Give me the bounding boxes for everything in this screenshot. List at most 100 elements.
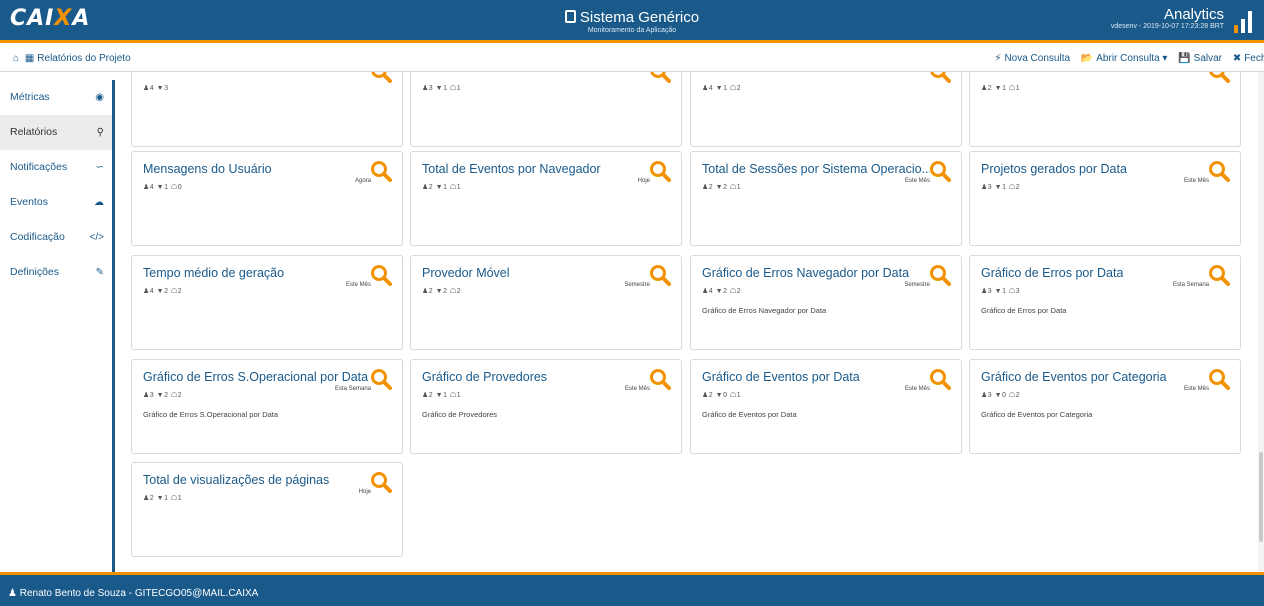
open-query-button[interactable]: 📂 Abrir Consulta ▾ xyxy=(1081,53,1168,64)
report-period: Este Mês xyxy=(904,386,930,392)
code-icon: </> xyxy=(89,232,104,243)
search-icon[interactable] xyxy=(649,368,671,390)
report-title[interactable]: Total de visualizações de páginas xyxy=(143,473,329,487)
report-card[interactable]: ♟4 ▼1 ☖2 xyxy=(690,72,962,147)
report-stats: ♟2 ▼1 ☖1 xyxy=(422,392,462,399)
sidebar-item-notificacoes[interactable]: Notificações ∽ xyxy=(0,150,112,185)
sidebar-item-eventos[interactable]: Eventos ☁ xyxy=(0,185,112,220)
new-query-button[interactable]: ⚡ Nova Consulta xyxy=(994,53,1070,64)
user-icon: ♟ xyxy=(981,288,988,295)
report-title[interactable]: Gráfico de Erros por Data xyxy=(981,266,1123,280)
search-icon[interactable] xyxy=(370,368,392,390)
search-icon[interactable] xyxy=(370,72,392,83)
report-period: Agora xyxy=(354,178,371,184)
report-card[interactable]: Tempo médio de geração ♟4 ▼2 ☖2 Este Mês xyxy=(131,255,403,350)
filter-icon: ▼ xyxy=(994,85,1003,92)
sidebar-item-label: Métricas xyxy=(10,91,50,103)
report-period: Este Mês xyxy=(1183,386,1209,392)
search-icon[interactable] xyxy=(649,264,671,286)
report-card[interactable]: Mensagens do Usuário ♟4 ▼1 ☖0 Agora xyxy=(131,151,403,246)
close-icon: ✖ xyxy=(1232,53,1242,64)
report-title[interactable]: Total de Sessões por Sistema Operacio... xyxy=(702,162,930,176)
sidebar-item-codificacao[interactable]: Codificação </> xyxy=(0,220,112,255)
environment-info: vdesenv - 2019-10-07 17:23:28 BRT xyxy=(1110,23,1224,30)
group-icon: ☖ xyxy=(170,392,178,399)
report-card[interactable]: Gráfico de Erros por Data ♟3 ▼1 ☖3 Gráfic… xyxy=(969,255,1241,350)
user-info: ♟ Renato Bento de Souza - GITECGO05@MAIL… xyxy=(8,588,258,599)
report-card[interactable]: Total de visualizações de páginas ♟2 ▼1 ☖… xyxy=(131,462,403,557)
scrollbar[interactable] xyxy=(1258,72,1264,572)
report-title[interactable]: Gráfico de Eventos por Data xyxy=(702,370,860,384)
report-card[interactable]: Gráfico de Eventos por Categoria ♟3 ▼0 ☖2… xyxy=(969,359,1241,454)
caret-down-icon: ▾ xyxy=(1162,53,1168,64)
search-icon[interactable] xyxy=(1208,368,1230,390)
search-icon[interactable] xyxy=(1208,264,1230,286)
search-icon[interactable] xyxy=(649,160,671,182)
search-icon[interactable] xyxy=(370,264,392,286)
close-button[interactable]: ✖Fecha xyxy=(1233,53,1264,64)
system-name: Sistema Genérico xyxy=(579,9,700,26)
search-icon[interactable] xyxy=(929,72,951,83)
filter-icon: ▼ xyxy=(435,184,444,191)
scrollbar-thumb[interactable] xyxy=(1259,452,1263,542)
search-icon[interactable] xyxy=(370,471,392,493)
user-icon: ♟ xyxy=(702,288,709,295)
search-icon[interactable] xyxy=(1208,72,1230,83)
sidebar-item-metricas[interactable]: Métricas ◉ xyxy=(0,80,112,115)
report-card[interactable]: Gráfico de Erros Navegador por Data ♟4 ▼2… xyxy=(690,255,962,350)
user-icon: ♟ xyxy=(702,184,709,191)
group-icon: ☖ xyxy=(1008,288,1016,295)
sidebar-item-definicoes[interactable]: Definições ✎ xyxy=(0,255,112,290)
filter-icon: ▼ xyxy=(715,85,724,92)
report-title[interactable]: Mensagens do Usuário xyxy=(143,162,272,176)
report-title[interactable]: Gráfico de Erros S.Operacional por Data xyxy=(143,370,368,384)
report-stats: ♟2 ▼0 ☖1 xyxy=(702,392,742,399)
report-card[interactable]: Projetos gerados por Data ♟3 ▼1 ☖2 Este M… xyxy=(969,151,1241,246)
report-title[interactable]: Gráfico de Erros Navegador por Data xyxy=(702,266,909,280)
report-title[interactable]: Gráfico de Provedores xyxy=(422,370,547,384)
search-icon[interactable] xyxy=(929,160,951,182)
breadcrumb-label[interactable]: Relatórios do Projeto xyxy=(37,53,130,64)
toolbar-actions: ⚡ Nova Consulta 📂 Abrir Consulta ▾ 💾 Salvar… xyxy=(986,53,1264,64)
report-title[interactable]: Provedor Móvel xyxy=(422,266,510,280)
user-icon: ♟ xyxy=(143,85,150,92)
search-icon[interactable] xyxy=(649,72,671,83)
report-period: Este Mês xyxy=(904,178,930,184)
report-title[interactable]: Projetos gerados por Data xyxy=(981,162,1127,176)
report-card[interactable]: Gráfico de Eventos por Data ♟2 ▼0 ☖1 Gráf… xyxy=(690,359,962,454)
report-card[interactable]: ♟2 ▼1 ☖1 xyxy=(969,72,1241,147)
report-stats: ♟4 ▼2 ☖2 xyxy=(143,288,183,295)
report-card[interactable]: Gráfico de Provedores ♟2 ▼1 ☖1 Gráfico de… xyxy=(410,359,682,454)
search-icon[interactable] xyxy=(929,264,951,286)
group-icon: ☖ xyxy=(729,392,737,399)
report-card[interactable]: ♟4 ▼3 xyxy=(131,72,403,147)
filter-icon: ▼ xyxy=(435,392,444,399)
report-card[interactable]: Total de Sessões por Sistema Operacio...… xyxy=(690,151,962,246)
report-card[interactable]: ♟3 ▼1 ☖1 xyxy=(410,72,682,147)
report-title[interactable]: Gráfico de Eventos por Categoria xyxy=(981,370,1167,384)
report-period: Este Mês xyxy=(624,386,650,392)
cloud-icon: ☁ xyxy=(94,197,104,208)
report-title[interactable]: Tempo médio de geração xyxy=(143,266,284,280)
filter-icon: ▼ xyxy=(435,85,444,92)
filter-icon: ▼ xyxy=(156,85,165,92)
search-icon[interactable] xyxy=(370,160,392,182)
sidebar-item-relatorios[interactable]: Relatórios ⚲ xyxy=(0,115,112,150)
search-icon[interactable] xyxy=(1208,160,1230,182)
report-stats: ♟4 ▼2 ☖2 xyxy=(702,288,742,295)
group-icon: ☖ xyxy=(1008,85,1016,92)
report-period: Esta Semana xyxy=(334,386,371,392)
user-icon: ♟ xyxy=(981,184,988,191)
report-period: Semestre xyxy=(904,282,930,288)
report-card[interactable]: Gráfico de Erros S.Operacional por Data ♟… xyxy=(131,359,403,454)
report-title[interactable]: Total de Eventos por Navegador xyxy=(422,162,601,176)
save-button[interactable]: 💾 Salvar xyxy=(1178,53,1222,64)
search-icon[interactable] xyxy=(929,368,951,390)
report-card[interactable]: Provedor Móvel ♟2 ▼2 ☖2 Semestre xyxy=(410,255,682,350)
group-icon: ☖ xyxy=(729,288,737,295)
edit-icon: ✎ xyxy=(95,267,104,278)
home-icon[interactable]: ⌂ xyxy=(13,53,19,64)
sidebar-item-label: Relatórios xyxy=(10,126,58,138)
filter-icon: ▼ xyxy=(994,184,1003,191)
report-card[interactable]: Total de Eventos por Navegador ♟2 ▼1 ☖1 H… xyxy=(410,151,682,246)
